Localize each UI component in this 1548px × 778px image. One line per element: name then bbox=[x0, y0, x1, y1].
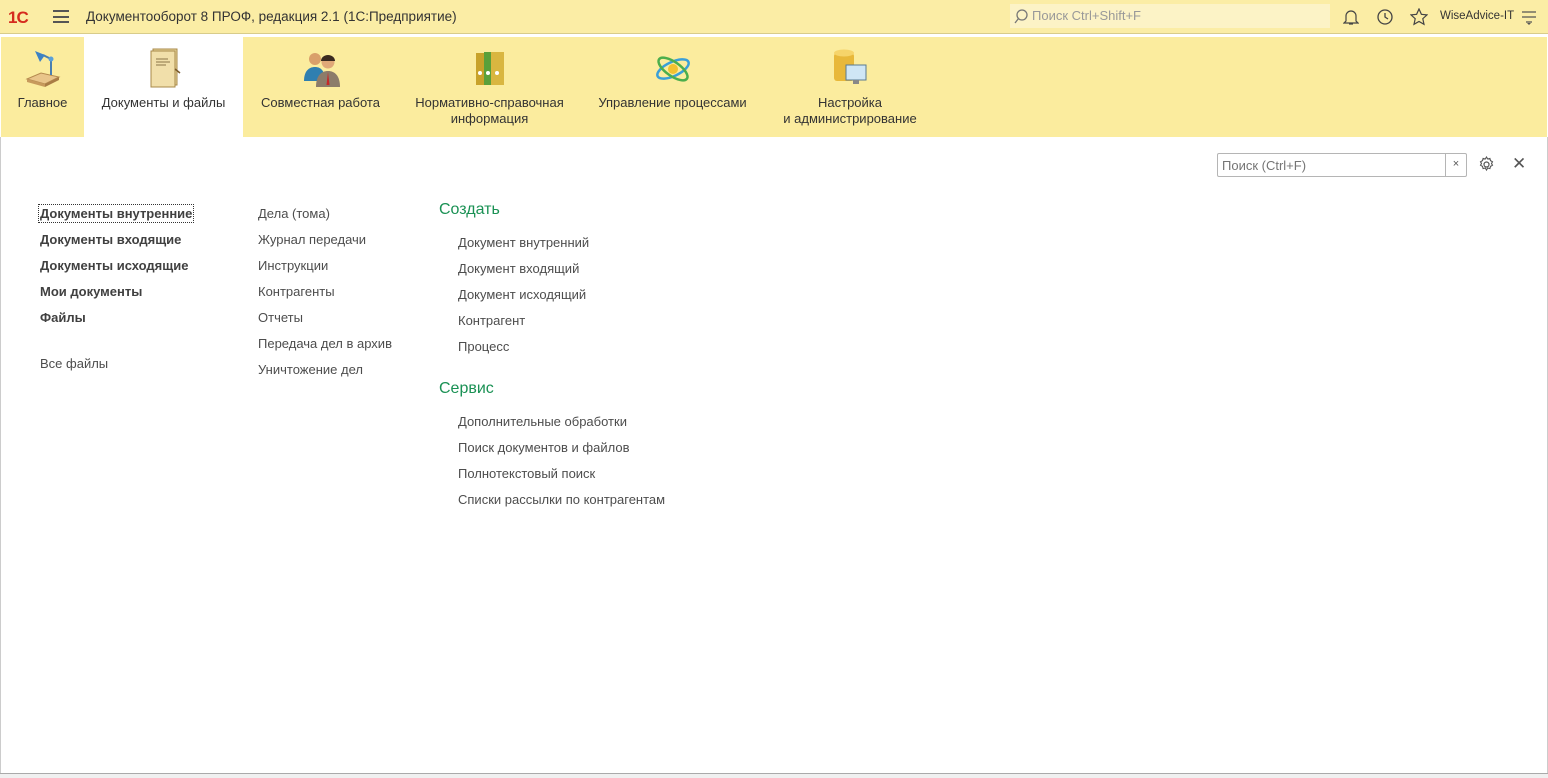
link-all-files[interactable]: Все файлы bbox=[40, 356, 108, 371]
section-label: Совместная работа bbox=[261, 95, 380, 110]
link-outgoing-documents[interactable]: Документы исходящие bbox=[40, 258, 188, 273]
section-label: Настройка и администрирование bbox=[764, 95, 936, 127]
section-label: Управление процессами bbox=[598, 95, 747, 110]
section-admin[interactable]: Настройка и администрирование bbox=[764, 37, 936, 137]
admin-database-icon bbox=[834, 49, 867, 84]
folder-documents-icon bbox=[150, 48, 180, 88]
global-search-input[interactable]: Поиск Ctrl+Shift+F bbox=[1010, 4, 1330, 28]
close-panel-button[interactable]: ✕ bbox=[1512, 155, 1526, 172]
service-additional-processing[interactable]: Дополнительные обработки bbox=[458, 414, 627, 429]
link-archive-transfer[interactable]: Передача дел в архив bbox=[258, 336, 392, 351]
status-bar bbox=[0, 773, 1548, 778]
main-menu-icon[interactable] bbox=[53, 10, 69, 23]
favorites-star-icon[interactable] bbox=[1410, 8, 1428, 26]
link-transfer-log[interactable]: Журнал передачи bbox=[258, 232, 366, 247]
panel-search-input[interactable] bbox=[1218, 154, 1444, 176]
group-service-title: Сервис bbox=[439, 380, 494, 397]
section-panel: Главное Документы и файлы Совместная раб… bbox=[1, 37, 1547, 137]
create-internal-document[interactable]: Документ внутренний bbox=[458, 235, 589, 250]
section-collaboration[interactable]: Совместная работа bbox=[243, 37, 398, 137]
link-files[interactable]: Файлы bbox=[40, 310, 86, 325]
1c-logo: 1С bbox=[8, 8, 29, 27]
service-fulltext-search[interactable]: Полнотекстовый поиск bbox=[458, 466, 595, 481]
link-my-documents[interactable]: Мои документы bbox=[40, 284, 142, 299]
settings-menu-icon[interactable] bbox=[1521, 10, 1537, 26]
people-icon bbox=[303, 53, 340, 87]
service-search-documents[interactable]: Поиск документов и файлов bbox=[458, 440, 629, 455]
section-reference-info[interactable]: Нормативно-справочная информация bbox=[398, 37, 581, 137]
section-label: Документы и файлы bbox=[101, 95, 226, 110]
history-icon[interactable] bbox=[1376, 8, 1394, 26]
panel-search-field[interactable]: × bbox=[1217, 153, 1467, 177]
app-title: Документооборот 8 ПРОФ, редакция 2.1 (1С… bbox=[86, 9, 457, 24]
search-icon bbox=[1014, 9, 1028, 24]
user-name[interactable]: WiseAdvice-IT bbox=[1440, 10, 1514, 22]
group-create-title: Создать bbox=[439, 201, 500, 218]
link-counterparties[interactable]: Контрагенты bbox=[258, 284, 335, 299]
link-incoming-documents[interactable]: Документы входящие bbox=[40, 232, 181, 247]
section-label: Нормативно-справочная информация bbox=[398, 95, 581, 127]
create-outgoing-document[interactable]: Документ исходящий bbox=[458, 287, 586, 302]
global-search-placeholder: Поиск Ctrl+Shift+F bbox=[1032, 8, 1141, 23]
section-documents-files[interactable]: Документы и файлы bbox=[84, 37, 243, 137]
create-incoming-document[interactable]: Документ входящий bbox=[458, 261, 579, 276]
service-mailing-lists[interactable]: Списки рассылки по контрагентам bbox=[458, 492, 665, 507]
link-case-destruction[interactable]: Уничтожение дел bbox=[258, 362, 363, 377]
section-label-text: Настройка и администрирование bbox=[783, 95, 917, 126]
binders-icon bbox=[475, 52, 504, 85]
section-label: Главное bbox=[17, 95, 68, 110]
content-area bbox=[0, 137, 1548, 778]
section-process-management[interactable]: Управление процессами bbox=[581, 37, 764, 137]
process-atom-icon bbox=[655, 56, 690, 82]
title-bar: 1С Документооборот 8 ПРОФ, редакция 2.1 … bbox=[0, 0, 1548, 34]
create-process[interactable]: Процесс bbox=[458, 339, 509, 354]
gear-icon[interactable] bbox=[1478, 156, 1495, 173]
link-cases[interactable]: Дела (тома) bbox=[258, 206, 330, 221]
create-counterparty[interactable]: Контрагент bbox=[458, 313, 525, 328]
clear-search-button[interactable]: × bbox=[1445, 154, 1466, 176]
desk-lamp-icon bbox=[24, 51, 60, 87]
link-instructions[interactable]: Инструкции bbox=[258, 258, 328, 273]
bell-icon[interactable] bbox=[1343, 8, 1359, 26]
section-main[interactable]: Главное bbox=[1, 37, 84, 137]
link-internal-documents[interactable]: Документы внутренние bbox=[37, 204, 195, 223]
section-label-text: Нормативно-справочная информация bbox=[415, 95, 564, 126]
link-reports[interactable]: Отчеты bbox=[258, 310, 303, 325]
